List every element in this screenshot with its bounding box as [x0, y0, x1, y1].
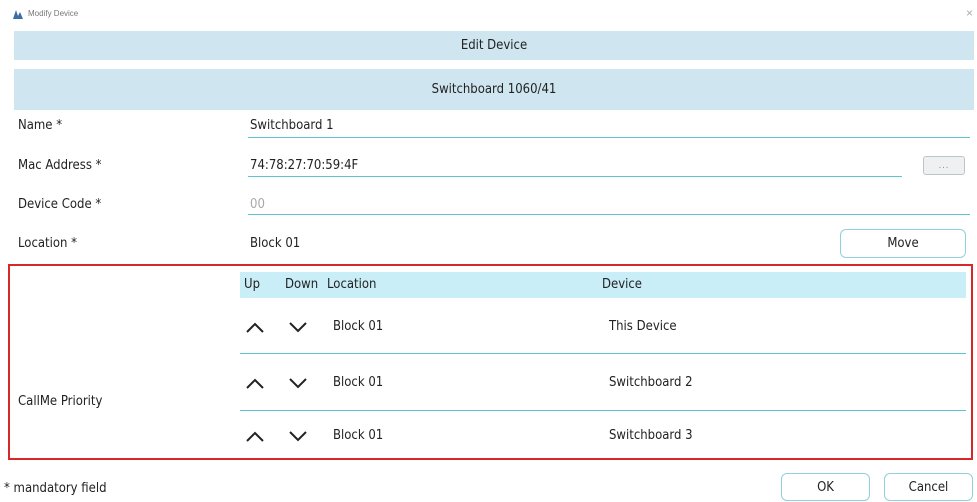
name-underline: [248, 137, 970, 138]
browse-button[interactable]: ...: [923, 156, 965, 175]
row-device: Switchboard 2: [609, 375, 693, 390]
move-down-icon[interactable]: [289, 378, 307, 389]
row-location: Block 01: [333, 375, 384, 390]
ok-button[interactable]: OK: [781, 473, 870, 501]
mandatory-note: * mandatory field: [4, 481, 107, 496]
row-device: This Device: [609, 319, 677, 334]
row-divider: [240, 353, 966, 354]
row-device: Switchboard 3: [609, 428, 693, 443]
move-up-icon[interactable]: [246, 431, 264, 442]
cancel-button[interactable]: Cancel: [884, 473, 973, 501]
mac-address-label: Mac Address *: [18, 158, 102, 173]
mac-address-underline: [248, 176, 902, 177]
location-label: Location *: [18, 236, 77, 251]
col-up: Up: [244, 277, 260, 292]
title-bar: Modify Device ×: [0, 0, 977, 30]
window-title: Modify Device: [28, 9, 79, 18]
device-code-placeholder: 00: [250, 197, 265, 212]
move-down-icon[interactable]: [289, 322, 307, 333]
device-title: Switchboard 1060/41: [431, 82, 557, 97]
name-value: Switchboard 1: [250, 118, 334, 133]
device-code-label: Device Code *: [18, 197, 102, 212]
close-icon[interactable]: ×: [966, 6, 973, 20]
move-button[interactable]: Move: [840, 229, 966, 258]
device-title-bar: Switchboard 1060/41: [14, 69, 974, 110]
app-icon: [12, 9, 24, 20]
callme-priority-label: CallMe Priority: [18, 394, 103, 409]
row-divider: [240, 410, 966, 411]
edit-device-header: Edit Device: [14, 31, 974, 60]
row-location: Block 01: [333, 428, 384, 443]
mac-address-value: 74:78:27:70:59:4F: [250, 158, 359, 173]
move-up-icon[interactable]: [246, 378, 264, 389]
mac-address-input[interactable]: 74:78:27:70:59:4F: [248, 154, 902, 178]
name-label: Name *: [18, 118, 63, 133]
device-code-underline: [248, 214, 970, 215]
name-input[interactable]: Switchboard 1: [248, 114, 970, 138]
location-value: Block 01: [250, 236, 301, 251]
move-up-icon[interactable]: [246, 322, 264, 333]
col-location: Location: [327, 277, 377, 292]
col-down: Down: [285, 277, 319, 292]
col-device: Device: [602, 277, 643, 292]
table-row: Block 01 This Device: [240, 300, 966, 355]
row-location: Block 01: [333, 319, 384, 334]
table-row: Block 01 Switchboard 2: [240, 356, 966, 412]
device-code-input[interactable]: 00: [248, 193, 970, 217]
table-row: Block 01 Switchboard 3: [240, 413, 966, 457]
move-down-icon[interactable]: [289, 431, 307, 442]
page-title: Edit Device: [460, 38, 528, 53]
